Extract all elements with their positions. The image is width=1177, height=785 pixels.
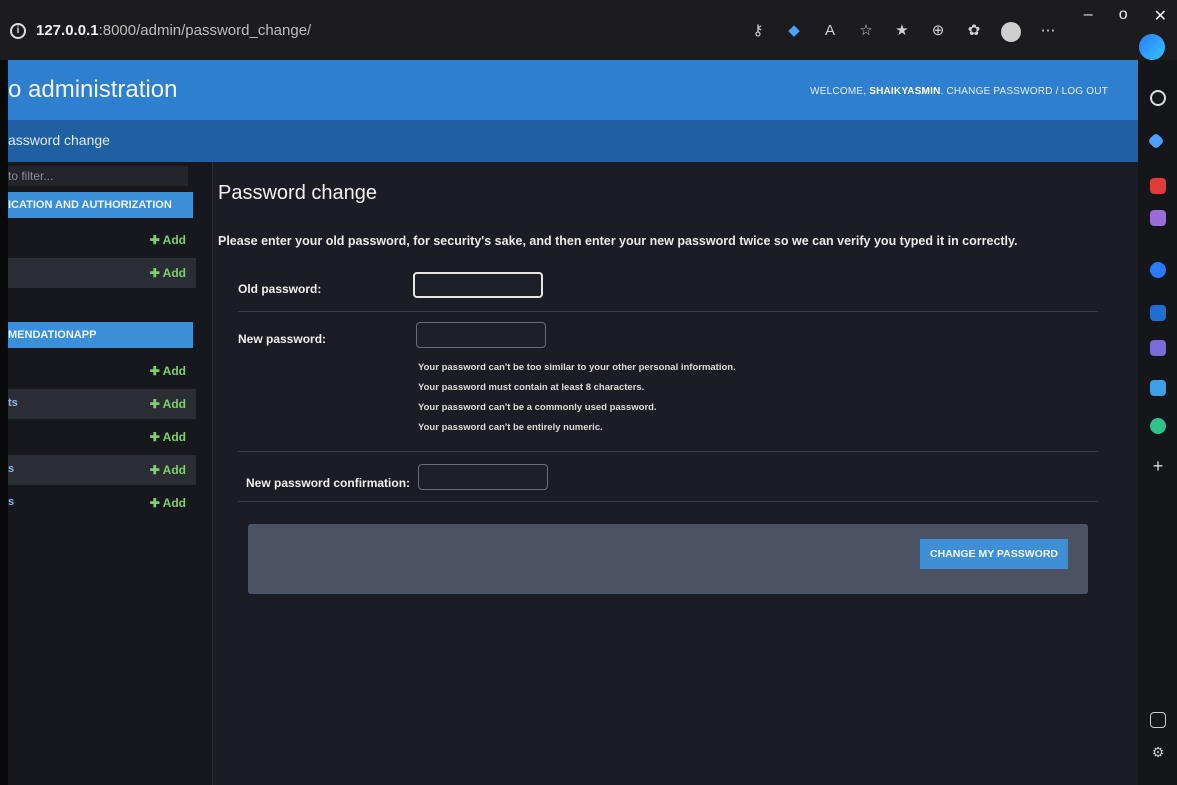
- confirm-password-label: New password confirmation:: [246, 476, 411, 490]
- intro-text: Please enter your old password, for secu…: [218, 234, 1018, 248]
- close-icon[interactable]: ✕: [1154, 6, 1167, 26]
- logout-link[interactable]: LOG OUT: [1062, 86, 1108, 97]
- nav-filter-input[interactable]: to filter...: [8, 166, 188, 186]
- help-text: Your password can't be a commonly used p…: [418, 402, 657, 413]
- model-link[interactable]: s: [8, 463, 14, 475]
- tag-icon[interactable]: ◆: [785, 22, 803, 40]
- site-info-icon[interactable]: i: [10, 22, 26, 39]
- url-host: 127.0.0.1: [36, 22, 99, 39]
- key-icon[interactable]: ⚷: [749, 22, 767, 40]
- add-link[interactable]: ✚ Add: [150, 463, 186, 477]
- username: SHAIKYASMIN: [869, 86, 941, 97]
- toolbar-icons: ⚷ ◆ A ☆ ★ ⊕ ✿ ⋯: [749, 22, 1057, 42]
- designer-icon[interactable]: [1150, 340, 1166, 356]
- add-link[interactable]: ✚ Add: [150, 397, 186, 411]
- browser-toolbar: i 127.0.0.1:8000/admin/password_change/ …: [0, 0, 1177, 60]
- profile-avatar[interactable]: [1001, 22, 1021, 42]
- minimize-icon[interactable]: –: [1084, 6, 1093, 26]
- shopping-tag-icon[interactable]: [1147, 132, 1165, 150]
- confirm-password-input[interactable]: [418, 464, 548, 490]
- sidebar-toggle-icon[interactable]: [1150, 712, 1166, 728]
- restore-icon[interactable]: o: [1119, 6, 1128, 26]
- old-password-input[interactable]: [413, 272, 543, 298]
- nav-row[interactable]: ✚ Add: [8, 356, 196, 386]
- add-link[interactable]: ✚ Add: [150, 233, 186, 247]
- extensions-icon[interactable]: ✿: [965, 22, 983, 40]
- old-password-label: Old password:: [238, 282, 322, 296]
- help-text: Your password can't be too similar to yo…: [418, 362, 736, 373]
- user-tools: WELCOME, SHAIKYASMIN. CHANGE PASSWORD / …: [810, 86, 1108, 97]
- model-link[interactable]: s: [8, 496, 14, 508]
- help-text: Your password can't be entirely numeric.: [418, 422, 603, 433]
- change-password-button[interactable]: CHANGE MY PASSWORD: [920, 539, 1068, 569]
- search-icon[interactable]: [1150, 90, 1166, 106]
- nav-row[interactable]: ✚ Add: [8, 225, 196, 255]
- tools-icon[interactable]: [1150, 178, 1166, 194]
- nav-row[interactable]: ✚ Add: [8, 422, 196, 452]
- breadcrumb: assword change: [8, 120, 1138, 162]
- module-auth-header[interactable]: ICATION AND AUTHORIZATION: [8, 192, 193, 218]
- help-text: Your password must contain at least 8 ch…: [418, 382, 645, 393]
- new-password-row: New password: Your password can't be too…: [238, 312, 1098, 452]
- nav-row[interactable]: ts ✚ Add: [8, 389, 196, 419]
- send-icon[interactable]: [1150, 380, 1166, 396]
- module-app-header[interactable]: MENDATIONAPP: [8, 322, 193, 348]
- breadcrumb-current: assword change: [8, 132, 110, 148]
- nav-sidebar: to filter... ICATION AND AUTHORIZATION ✚…: [8, 162, 213, 785]
- favorites-list-icon[interactable]: ★: [893, 22, 911, 40]
- confirm-password-row: New password confirmation:: [238, 452, 1098, 502]
- nav-row[interactable]: s ✚ Add: [8, 488, 196, 518]
- main-area: to filter... ICATION AND AUTHORIZATION ✚…: [8, 162, 1138, 785]
- games-icon[interactable]: [1150, 210, 1166, 226]
- separator: /: [1055, 86, 1059, 97]
- collections-icon[interactable]: ⊕: [929, 22, 947, 40]
- drop-icon[interactable]: [1150, 418, 1166, 434]
- page-title: Password change: [218, 182, 377, 204]
- add-link[interactable]: ✚ Add: [150, 430, 186, 444]
- office-icon[interactable]: [1150, 262, 1166, 278]
- nav-row[interactable]: ✚ Add: [8, 258, 196, 288]
- change-password-link[interactable]: CHANGE PASSWORD: [946, 86, 1052, 97]
- admin-header: o administration WELCOME, SHAIKYASMIN. C…: [8, 60, 1138, 120]
- copilot-icon[interactable]: [1139, 34, 1165, 60]
- address-bar[interactable]: i 127.0.0.1:8000/admin/password_change/: [10, 22, 311, 39]
- submit-row: CHANGE MY PASSWORD: [248, 524, 1088, 594]
- welcome-text: WELCOME,: [810, 86, 867, 97]
- new-password-label: New password:: [238, 332, 327, 346]
- read-aloud-icon[interactable]: A: [821, 22, 839, 40]
- add-link[interactable]: ✚ Add: [150, 266, 186, 280]
- more-menu-icon[interactable]: ⋯: [1039, 22, 1057, 40]
- url-path: :8000/admin/password_change/: [98, 22, 312, 39]
- browser-side-rail: + ⚙: [1137, 60, 1177, 785]
- outlook-icon[interactable]: [1150, 305, 1166, 321]
- add-link[interactable]: ✚ Add: [150, 364, 186, 378]
- nav-row[interactable]: s ✚ Add: [8, 455, 196, 485]
- site-name[interactable]: o administration: [8, 76, 177, 104]
- settings-icon[interactable]: ⚙: [1150, 744, 1166, 760]
- add-icon[interactable]: +: [1150, 457, 1166, 475]
- window-controls: – o ✕: [1084, 6, 1167, 26]
- model-link[interactable]: ts: [8, 397, 18, 409]
- add-link[interactable]: ✚ Add: [150, 496, 186, 510]
- old-password-row: Old password:: [238, 262, 1098, 312]
- favorite-icon[interactable]: ☆: [857, 22, 875, 40]
- new-password-input[interactable]: [416, 322, 546, 348]
